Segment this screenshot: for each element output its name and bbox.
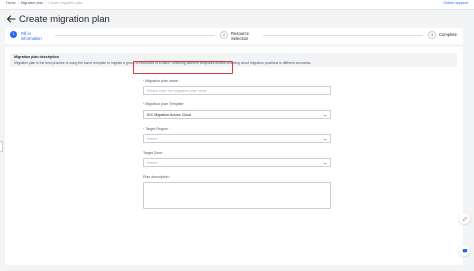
target-region-label-text: Target Region :: [145, 127, 170, 131]
breadcrumb: Home / Migration plan / Create migration pla…: [6, 1, 83, 5]
plan-name-label-text: Migration plan name :: [145, 79, 180, 83]
plan-name-input[interactable]: Please enter the migration plan name: [143, 86, 331, 95]
breadcrumb-current: Create migration plan: [48, 1, 83, 5]
step-1-number: 1: [10, 31, 17, 38]
chevron-down-icon: [323, 114, 327, 117]
side-collapse-tab[interactable]: [0, 141, 3, 152]
online-support-link[interactable]: Online support: [443, 1, 468, 5]
title-row: Create migration plan: [6, 12, 110, 26]
step-2-number: 2: [220, 31, 228, 39]
breadcrumb-home[interactable]: Home: [6, 1, 16, 5]
edit-floating-button[interactable]: [459, 213, 470, 224]
edit-pen-icon: [462, 216, 467, 221]
plan-description-label: Plan description :: [143, 175, 171, 179]
chat-floating-button[interactable]: [459, 245, 470, 256]
target-region-select[interactable]: Select: [143, 134, 331, 143]
target-zone-label: Target Zone :: [143, 151, 165, 155]
description-box: Migration plan description Migration pla…: [10, 53, 457, 67]
target-zone-value: Select: [147, 161, 157, 165]
step-indicator: 1 Fill in information 2 Resource Selecti…: [5, 28, 463, 44]
form-card: Migration plan description Migration pla…: [5, 47, 463, 265]
step-1-label: Fill in information: [21, 31, 42, 41]
top-bar: Home / Migration plan / Create migration pla…: [0, 0, 474, 10]
description-title: Migration plan description: [14, 55, 59, 59]
plan-template-select[interactable]: IDC Migration Across Cloud: [143, 110, 331, 119]
page-title: Create migration plan: [19, 13, 110, 25]
plan-description-textarea[interactable]: [143, 182, 331, 209]
chevron-down-icon: [323, 138, 327, 141]
back-arrow-icon[interactable]: [6, 14, 16, 24]
step-3-label: Complete: [439, 32, 457, 37]
step-connector: [263, 34, 423, 36]
breadcrumb-separator: /: [45, 1, 47, 5]
breadcrumb-migration-plan[interactable]: Migration plan: [21, 1, 44, 5]
chevron-down-icon: [323, 162, 327, 165]
target-zone-select[interactable]: Select: [143, 158, 331, 167]
highlight-box: [133, 61, 233, 74]
chat-icon: [462, 248, 467, 253]
plan-name-label: *Migration plan name :: [143, 79, 180, 83]
target-region-value: Select: [147, 137, 157, 141]
step-2-label: Resource Selection: [231, 31, 249, 41]
step-1-label-line2: information: [21, 36, 42, 41]
plan-template-label-text: Migration plan Template :: [145, 102, 186, 106]
step-2-label-line2: Selection: [231, 36, 249, 41]
step-connector: [55, 34, 215, 36]
step-3-number: 3: [428, 31, 436, 39]
breadcrumb-separator: /: [17, 1, 19, 5]
plan-template-value: IDC Migration Across Cloud: [147, 113, 192, 117]
target-region-label: *Target Region :: [143, 127, 170, 131]
plan-template-label: *Migration plan Template :: [143, 102, 186, 106]
